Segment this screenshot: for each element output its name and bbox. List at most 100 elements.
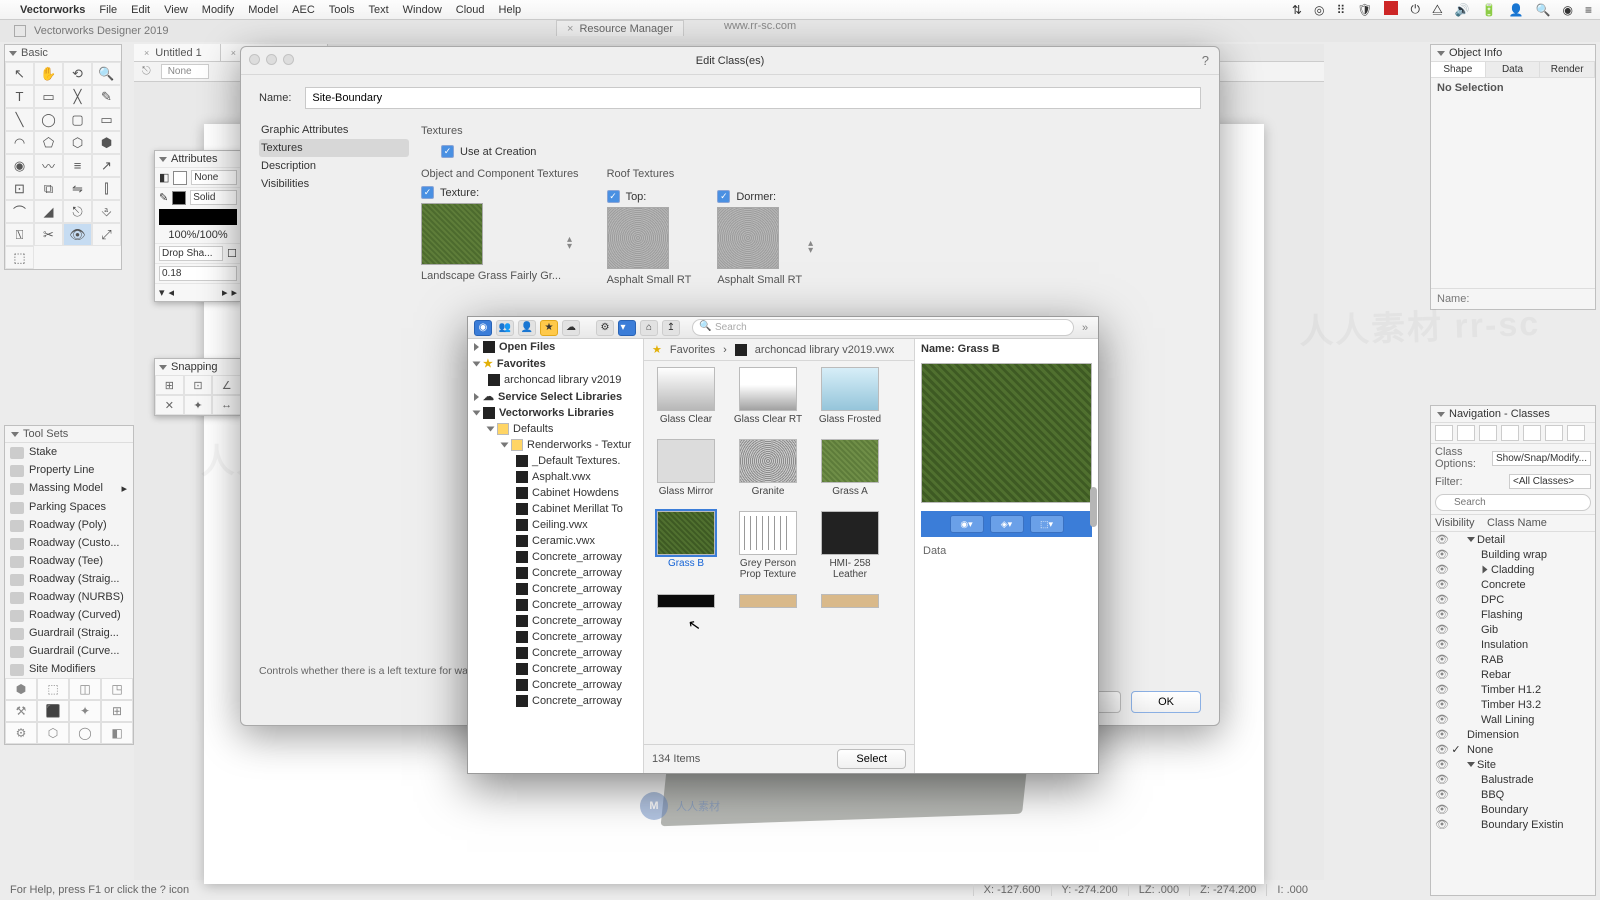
class-list[interactable]: 👁Detail👁Building wrap👁Cladding👁Concrete👁… — [1431, 532, 1595, 895]
class-row[interactable]: 👁DPC — [1431, 592, 1595, 607]
dormer-stepper[interactable]: ▴▾ — [808, 240, 813, 254]
rb-thumb[interactable] — [739, 367, 797, 411]
class-name-input[interactable] — [305, 87, 1201, 109]
menu-tools[interactable]: Tools — [329, 4, 355, 16]
twist-icon[interactable] — [501, 443, 509, 448]
snap-int-btn[interactable]: ✕ — [155, 395, 184, 415]
class-row[interactable]: 👁RAB — [1431, 652, 1595, 667]
toolset-item[interactable]: Site Modifiers — [5, 660, 133, 678]
tool-mirror[interactable]: ⇋ — [63, 177, 92, 200]
toolset-icon[interactable]: ✦ — [69, 700, 101, 722]
arrow-prev[interactable]: ◂ — [169, 286, 175, 299]
snap-dist-btn[interactable]: ↔ — [212, 395, 241, 415]
nav-btn[interactable] — [1435, 425, 1453, 441]
pen-icon[interactable]: ✎ — [159, 191, 168, 204]
preview-ctrl[interactable]: ◉▾ — [950, 515, 984, 533]
visibility-icon[interactable]: 👁 — [1435, 818, 1449, 831]
traffic-zoom[interactable] — [283, 54, 294, 65]
nav-btn[interactable] — [1523, 425, 1541, 441]
user-icon[interactable]: 👤 — [1509, 3, 1524, 17]
texture-stepper[interactable]: ▴▾ — [567, 236, 572, 250]
rb-item[interactable]: Grey Person Prop Texture — [732, 511, 804, 580]
tool-fillet[interactable]: ⌒ — [5, 200, 34, 223]
class-row[interactable]: 👁Boundary Existin — [1431, 817, 1595, 832]
status-icon[interactable]: ⇅ — [1292, 3, 1302, 17]
dormer-checkbox[interactable]: ✓ — [717, 190, 730, 203]
rb-tree-file[interactable]: Concrete_arroway — [468, 613, 643, 629]
rb-item[interactable] — [732, 594, 804, 608]
arrow-next[interactable]: ▸ — [222, 286, 228, 299]
dormer-texture-swatch[interactable] — [717, 207, 779, 269]
rb-scope-cloud-icon[interactable]: ☁ — [562, 320, 580, 336]
class-row[interactable]: 👁Insulation — [1431, 637, 1595, 652]
rb-tree-file[interactable]: Asphalt.vwx — [468, 469, 643, 485]
nav-btn[interactable] — [1479, 425, 1497, 441]
rb-items-grid[interactable]: Glass ClearGlass Clear RTGlass FrostedGl… — [644, 361, 914, 744]
class-search-input[interactable] — [1435, 494, 1591, 511]
tool-poly2[interactable]: ⬡ — [63, 131, 92, 154]
rb-tree-file[interactable]: Concrete_arroway — [468, 597, 643, 613]
menu-view[interactable]: View — [164, 4, 188, 16]
tool-zoom[interactable]: 🔍 — [92, 62, 121, 85]
class-row[interactable]: 👁Detail — [1431, 532, 1595, 547]
scrollbar-thumb[interactable] — [1090, 487, 1097, 527]
fill-mode-select[interactable]: None — [191, 170, 237, 185]
toolset-icon[interactable]: ⬚ — [37, 678, 69, 700]
arrow-start[interactable]: ▾ — [159, 286, 165, 299]
rb-thumb[interactable] — [821, 511, 879, 555]
snap-grid-btn[interactable]: ⊞ — [155, 375, 184, 395]
rb-scope-fav-icon[interactable]: ★ — [540, 320, 558, 336]
rb-item[interactable] — [650, 594, 722, 608]
ok-button[interactable]: OK — [1131, 691, 1201, 713]
snap-smart-btn[interactable]: ✦ — [184, 395, 213, 415]
class-row[interactable]: 👁Flashing — [1431, 607, 1595, 622]
twist-icon[interactable] — [474, 343, 479, 351]
tool-mirror2[interactable]: ⫿ — [92, 177, 121, 200]
twist-icon[interactable] — [473, 411, 481, 416]
section-graphic-attributes[interactable]: Graphic Attributes — [259, 121, 409, 139]
visibility-icon[interactable]: 👁 — [1435, 683, 1449, 696]
class-row[interactable]: 👁Cladding — [1431, 562, 1595, 577]
fill-icon[interactable]: ◧ — [159, 171, 169, 184]
nav-btn[interactable] — [1501, 425, 1519, 441]
rb-item[interactable] — [814, 594, 886, 608]
snap-obj-btn[interactable]: ⊡ — [184, 375, 213, 395]
toolset-icon[interactable]: ⬛ — [37, 700, 69, 722]
tool-offset[interactable]: ⎋ — [63, 200, 92, 223]
tool-rect[interactable]: ▭ — [34, 85, 63, 108]
siri-icon[interactable]: ◉ — [1563, 3, 1573, 17]
class-row[interactable]: 👁✓None — [1431, 742, 1595, 757]
preview-ctrl[interactable]: ◈▾ — [990, 515, 1024, 533]
toolset-icon[interactable]: ⬢ — [5, 678, 37, 700]
tool-freehand[interactable]: 〰 — [34, 154, 63, 177]
rb-tree[interactable]: Open Files ★Favorites archoncad library … — [468, 339, 644, 773]
battery-icon[interactable]: 🔋 — [1482, 3, 1497, 17]
tool-text[interactable]: T — [5, 85, 34, 108]
rb-scope-users-icon[interactable]: 👥 — [496, 320, 514, 336]
rb-thumb[interactable] — [657, 367, 715, 411]
rb-tree-file[interactable]: Concrete_arroway — [468, 581, 643, 597]
toolset-item[interactable]: Stake — [5, 443, 133, 461]
disclose-icon[interactable] — [1437, 51, 1445, 56]
fill-swatch[interactable] — [173, 171, 187, 185]
class-row[interactable]: 👁Site — [1431, 757, 1595, 772]
status-icon[interactable]: ⏻ — [1410, 2, 1420, 17]
effect-toggle[interactable]: ☐ — [227, 247, 237, 260]
palette-toggle[interactable] — [14, 25, 26, 37]
toolset-item[interactable]: Parking Spaces — [5, 498, 133, 516]
rb-scope-user-icon[interactable]: 👤 — [518, 320, 536, 336]
effect-select[interactable]: Drop Sha... — [159, 246, 223, 261]
disclose-icon[interactable] — [159, 365, 167, 370]
tool-trim[interactable]: ✂ — [34, 223, 63, 246]
class-row[interactable]: 👁Gib — [1431, 622, 1595, 637]
rb-thumb[interactable] — [821, 439, 879, 483]
section-description[interactable]: Description — [259, 157, 409, 175]
toolset-item[interactable]: Property Line — [5, 461, 133, 479]
visibility-icon[interactable]: 👁 — [1435, 743, 1449, 756]
pen-swatch[interactable] — [172, 191, 186, 205]
rb-search-input[interactable]: Search — [692, 319, 1074, 336]
disclose-icon[interactable] — [159, 157, 167, 162]
use-at-creation-checkbox[interactable]: ✓ — [441, 145, 454, 158]
arrow-end[interactable]: ▸ — [231, 286, 237, 299]
rb-tree-file[interactable]: Concrete_arroway — [468, 645, 643, 661]
